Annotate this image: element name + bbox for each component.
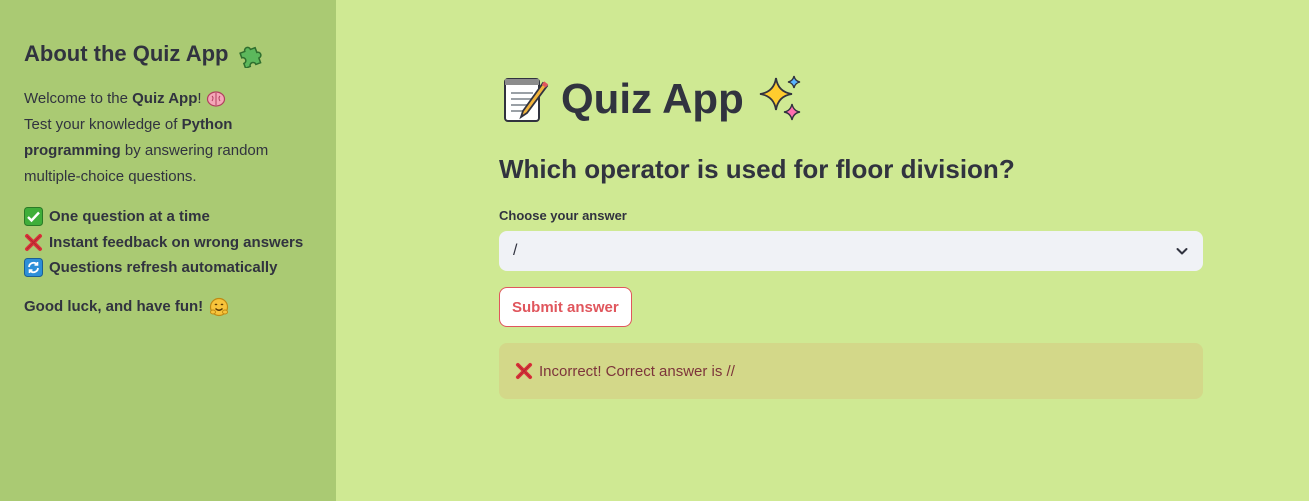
welcome-prefix: Welcome to the [24,90,133,107]
welcome-text: Welcome to the Quiz App! Test your knowl… [24,86,294,190]
cross-mark-icon [515,362,533,380]
feature-label: Questions refresh automatically [49,259,278,276]
feature-label: One question at a time [49,208,210,225]
app-title: Quiz App [561,75,744,122]
sidebar-heading: About the Quiz App [24,40,336,68]
test-prefix: Test your knowledge of [24,116,182,133]
hugging-face-icon [210,297,229,316]
feature-item: One question at a time [24,204,336,230]
goodluck-label: Good luck, and have fun! [24,298,204,315]
puzzle-icon [239,46,263,68]
check-mark-icon [24,207,43,227]
goodluck-text: Good luck, and have fun! [24,297,336,317]
selected-answer: / [513,242,518,259]
feedback-text: Incorrect! Correct answer is // [539,362,735,380]
memo-icon [504,78,549,122]
refresh-icon [24,258,43,278]
cross-mark-icon [25,233,42,251]
sidebar-title: About the Quiz App [24,41,229,66]
answer-select[interactable]: / [499,231,1203,271]
chevron-down-icon[interactable] [1175,244,1189,258]
welcome-suffix: ! [197,90,202,107]
feature-item: Instant feedback on wrong answers [24,230,336,256]
answer-select-label: Choose your answer [499,208,627,223]
submit-answer-button[interactable]: Submit answer [499,287,632,327]
feature-label: Instant feedback on wrong answers [49,233,304,251]
page-title: Quiz App [499,72,808,126]
sparkles-icon [759,75,800,121]
feature-item: Questions refresh automatically [24,255,336,281]
welcome-app-name: Quiz App [132,90,198,107]
brain-icon [206,91,225,107]
sidebar: About the Quiz App Welcome to the Quiz A… [0,0,336,501]
question-text: Which operator is used for floor divisio… [499,154,1015,184]
feedback-alert: Incorrect! Correct answer is // [499,343,1203,399]
